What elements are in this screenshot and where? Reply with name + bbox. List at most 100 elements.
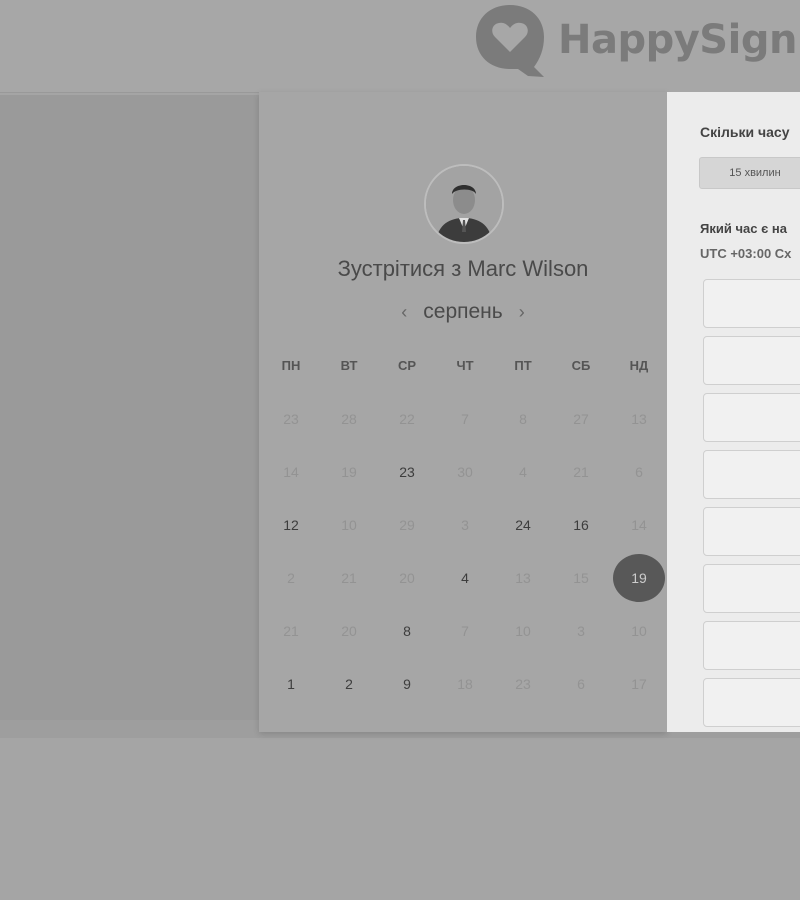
- time-selection-panel: Скільки часу 15 хвилин Який час є на UTC…: [667, 92, 800, 732]
- day-number: 18: [457, 675, 473, 692]
- calendar-day: 23: [262, 392, 320, 445]
- calendar-day: 3: [436, 498, 494, 551]
- day-number: 1: [287, 675, 295, 692]
- calendar-day[interactable]: 8: [378, 604, 436, 657]
- day-number: 10: [631, 622, 647, 639]
- weekday-label: СР: [397, 358, 417, 373]
- day-number: 30: [457, 463, 473, 480]
- calendar-day: 28: [320, 392, 378, 445]
- duration-option-button[interactable]: 15 хвилин: [699, 157, 800, 189]
- duration-heading: Скільки часу: [700, 124, 790, 140]
- day-number: 8: [519, 410, 527, 427]
- weekday-header: ПН ВТ СР ЧТ ПТ СБ НД: [262, 358, 668, 373]
- day-number: 4: [461, 569, 469, 586]
- calendar-day[interactable]: 16: [552, 498, 610, 551]
- time-heading: Який час є на: [700, 221, 787, 236]
- day-number: 3: [577, 622, 585, 639]
- calendar-day: 23: [494, 657, 552, 710]
- calendar-week: 1 2 9 18 23 6 17: [262, 657, 668, 710]
- day-number: 21: [573, 463, 589, 480]
- time-slot[interactable]: [703, 393, 800, 442]
- month-navigation: ‹ серпень ›: [259, 300, 667, 324]
- day-number: 28: [341, 410, 357, 427]
- calendar-day[interactable]: 24: [494, 498, 552, 551]
- day-number: 24: [515, 516, 531, 533]
- calendar-week: 2 21 20 4 13 15 19: [262, 551, 668, 604]
- day-number: 13: [515, 569, 531, 586]
- day-number: 10: [515, 622, 531, 639]
- calendar-day: 8: [494, 392, 552, 445]
- calendar-day: 14: [610, 498, 668, 551]
- calendar-day[interactable]: 12: [262, 498, 320, 551]
- day-number: 2: [345, 675, 353, 692]
- time-slot[interactable]: [703, 564, 800, 613]
- calendar-day: 20: [320, 604, 378, 657]
- logo[interactable]: HappySign: [472, 0, 797, 80]
- calendar-day: 21: [262, 604, 320, 657]
- day-number: 12: [283, 516, 299, 533]
- calendar-day: 29: [378, 498, 436, 551]
- day-number: 19: [613, 553, 665, 602]
- day-number: 16: [573, 516, 589, 533]
- day-number: 23: [515, 675, 531, 692]
- meeting-title: Зустрітися з Marc Wilson: [337, 256, 589, 281]
- timezone-label: UTC +03:00 Сх: [700, 246, 792, 261]
- calendar-day[interactable]: 1: [262, 657, 320, 710]
- time-slot[interactable]: [703, 336, 800, 385]
- day-number: 21: [341, 569, 357, 586]
- calendar-day: 3: [552, 604, 610, 657]
- time-slot[interactable]: [703, 279, 800, 328]
- person-photo-icon: [426, 166, 502, 242]
- heart-speech-bubble-icon: [476, 5, 544, 77]
- header: HappySign: [0, 0, 800, 93]
- avatar: [424, 164, 504, 244]
- day-number: 21: [283, 622, 299, 639]
- calendar-day: 14: [262, 445, 320, 498]
- time-slot[interactable]: [703, 678, 800, 727]
- day-number: 10: [341, 516, 357, 533]
- day-number: 6: [635, 463, 643, 480]
- calendar-day: 15: [552, 551, 610, 604]
- calendar-day: 10: [320, 498, 378, 551]
- calendar-day: 19: [320, 445, 378, 498]
- calendar-day: 13: [494, 551, 552, 604]
- calendar-day: 18: [436, 657, 494, 710]
- weekday-label: ЧТ: [456, 358, 474, 373]
- calendar-day: 2: [262, 551, 320, 604]
- calendar-week: 12 10 29 3 24 16 14: [262, 498, 668, 551]
- day-number: 19: [341, 463, 357, 480]
- day-number: 14: [283, 463, 299, 480]
- time-slot[interactable]: [703, 507, 800, 556]
- calendar-week: 23 28 22 7 8 27 13: [262, 392, 668, 445]
- calendar-day[interactable]: 9: [378, 657, 436, 710]
- day-number: 9: [403, 675, 411, 692]
- calendar-day[interactable]: 23: [378, 445, 436, 498]
- calendar-day: 21: [552, 445, 610, 498]
- day-number: 4: [519, 463, 527, 480]
- day-number: 29: [399, 516, 415, 533]
- day-number: 17: [631, 675, 647, 692]
- chevron-left-icon[interactable]: ‹: [401, 302, 407, 323]
- calendar-day[interactable]: 2: [320, 657, 378, 710]
- calendar-day[interactable]: 4: [436, 551, 494, 604]
- calendar-week: 14 19 23 30 4 21 6: [262, 445, 668, 498]
- day-number: 3: [461, 516, 469, 533]
- time-slot[interactable]: [703, 450, 800, 499]
- day-number: 22: [399, 410, 415, 427]
- time-slot[interactable]: [703, 621, 800, 670]
- weekday-label: ПН: [281, 358, 301, 373]
- day-number: 13: [631, 410, 647, 427]
- brand-name: HappySign: [558, 17, 797, 63]
- calendar-day: 13: [610, 392, 668, 445]
- day-number: 7: [461, 410, 469, 427]
- calendar-day: 6: [610, 445, 668, 498]
- calendar-day: 7: [436, 392, 494, 445]
- day-number: 2: [287, 569, 295, 586]
- calendar-day-selected[interactable]: 19: [610, 551, 668, 604]
- chevron-right-icon[interactable]: ›: [519, 302, 525, 323]
- day-number: 8: [403, 622, 411, 639]
- day-number: 27: [573, 410, 589, 427]
- day-number: 6: [577, 675, 585, 692]
- weekday-label: СБ: [571, 358, 591, 373]
- day-number: 7: [461, 622, 469, 639]
